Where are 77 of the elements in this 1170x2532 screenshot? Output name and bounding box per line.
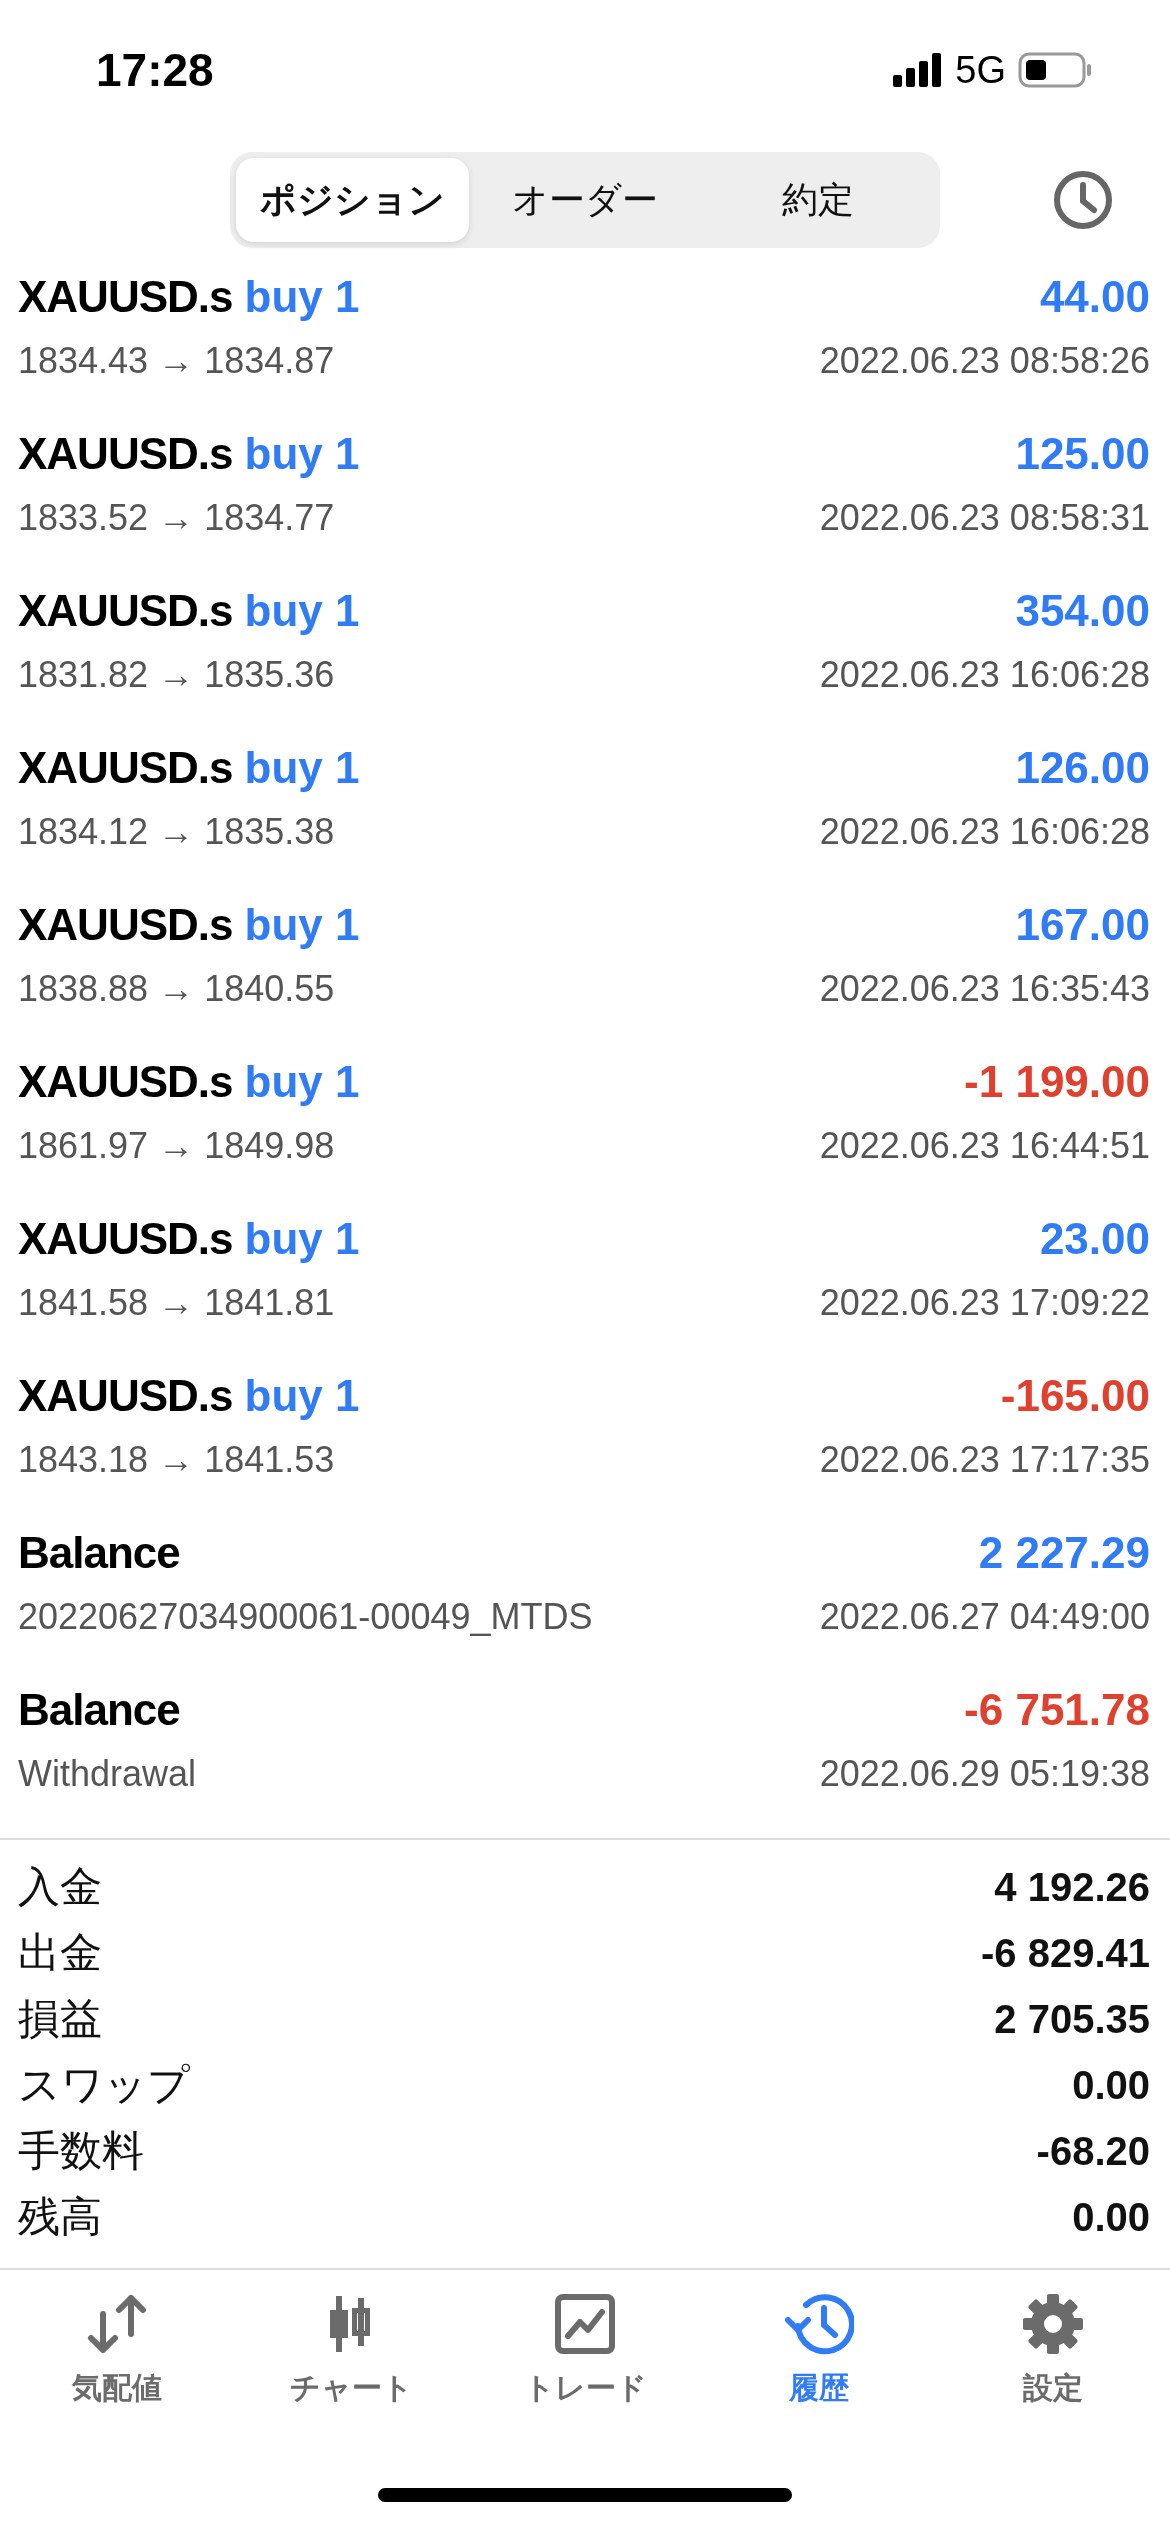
deal-amount: -165.00 [1000,1371,1150,1421]
deal-action: buy 1 [244,743,360,793]
deal-symbol: Balance [18,1528,180,1578]
settings-icon [1021,2292,1085,2356]
deal-amount: 2 227.29 [978,1528,1150,1578]
deal-time: 2022.06.23 16:44:51 [819,1125,1150,1167]
summary-label: スワップ [18,2060,190,2110]
deal-amount: -6 751.78 [964,1685,1150,1735]
deal-prices: 1843.18 → 1841.53 [18,1439,335,1481]
summary-label: 入金 [18,1862,102,1912]
deal-time: 2022.06.23 16:35:43 [819,968,1150,1010]
deal-amount: 126.00 [1015,743,1150,793]
battery-icon [1018,52,1092,88]
deal-action: buy 1 [244,429,360,479]
deal-action: buy 1 [244,900,360,950]
tab-bar-item[interactable]: チャート [261,2292,441,2409]
deal-prices: 20220627034900061-00049_MTDS [18,1596,593,1638]
deal-time: 2022.06.23 08:58:31 [819,497,1150,539]
summary-value: 0.00 [1072,2194,1150,2240]
deal-amount: -1 199.00 [964,1057,1150,1107]
deal-time: 2022.06.23 17:09:22 [819,1282,1150,1324]
history-icon [784,2292,854,2356]
tab-bar-item[interactable]: 履歴 [729,2292,909,2409]
deal-amount: 167.00 [1015,900,1150,950]
deal-symbol: XAUUSD.s [18,272,233,322]
line-chart-icon [553,2292,617,2356]
deal-amount: 125.00 [1015,429,1150,479]
deal-symbol: XAUUSD.s [18,1371,233,1421]
deal-prices: 1834.43 → 1834.87 [18,340,335,382]
tab-bar-item[interactable]: 設定 [963,2292,1143,2409]
summary-value: 0.00 [1072,2062,1150,2108]
deal-amount: 23.00 [1039,1214,1150,1264]
clock-icon[interactable] [1052,169,1114,231]
deal-time: 2022.06.29 05:19:38 [819,1753,1150,1795]
deal-time: 2022.06.23 16:06:28 [819,654,1150,696]
summary-label: 残高 [18,2192,102,2242]
deal-prices: 1841.58 → 1841.81 [18,1282,335,1324]
deal-symbol: XAUUSD.s [18,1057,233,1107]
deal-action: buy 1 [244,586,360,636]
deal-symbol: XAUUSD.s [18,429,233,479]
deal-symbol: Balance [18,1685,180,1735]
deal-prices: 1833.52 → 1834.77 [18,497,335,539]
deal-action: buy 1 [244,272,360,322]
deal-time: 2022.06.27 04:49:00 [819,1596,1150,1638]
summary-value: 2 705.35 [994,1996,1150,2042]
deal-amount: 354.00 [1015,586,1150,636]
segment-tab[interactable]: 約定 [701,158,934,242]
deal-symbol: XAUUSD.s [18,900,233,950]
deal-action: buy 1 [244,1371,360,1421]
deal-time: 2022.06.23 16:06:28 [819,811,1150,853]
up-down-arrows-icon [85,2292,149,2356]
deal-prices: 1861.97 → 1849.98 [18,1125,335,1167]
summary-label: 出金 [18,1928,102,1978]
deal-prices: 1834.12 → 1835.38 [18,811,335,853]
deal-time: 2022.06.23 08:58:26 [819,340,1150,382]
tab-bar-item[interactable]: トレード [495,2292,675,2409]
summary-label: 手数料 [18,2126,144,2176]
segment-tab[interactable]: ポジション [236,158,469,242]
deal-symbol: XAUUSD.s [18,743,233,793]
deal-prices: 1831.82 → 1835.36 [18,654,335,696]
deal-amount: 44.00 [1039,272,1150,322]
deal-action: buy 1 [244,1214,360,1264]
deal-symbol: XAUUSD.s [18,1214,233,1264]
deal-prices: Withdrawal [18,1753,197,1795]
deal-time: 2022.06.23 17:17:35 [819,1439,1150,1481]
signal-icon [893,53,944,87]
network-label: 5G [955,48,1006,92]
deal-action: buy 1 [244,1057,360,1107]
segment-tab[interactable]: オーダー [468,158,702,242]
summary-value: 4 192.26 [994,1864,1150,1910]
summary-value: -68.20 [1036,2128,1150,2174]
status-time: 17:28 [96,43,214,97]
summary-label: 損益 [18,1994,102,2044]
summary-value: -6 829.41 [980,1930,1150,1976]
tab-bar-item[interactable]: 気配値 [27,2292,207,2409]
deal-prices: 1838.88 → 1840.55 [18,968,335,1010]
deal-symbol: XAUUSD.s [18,586,233,636]
